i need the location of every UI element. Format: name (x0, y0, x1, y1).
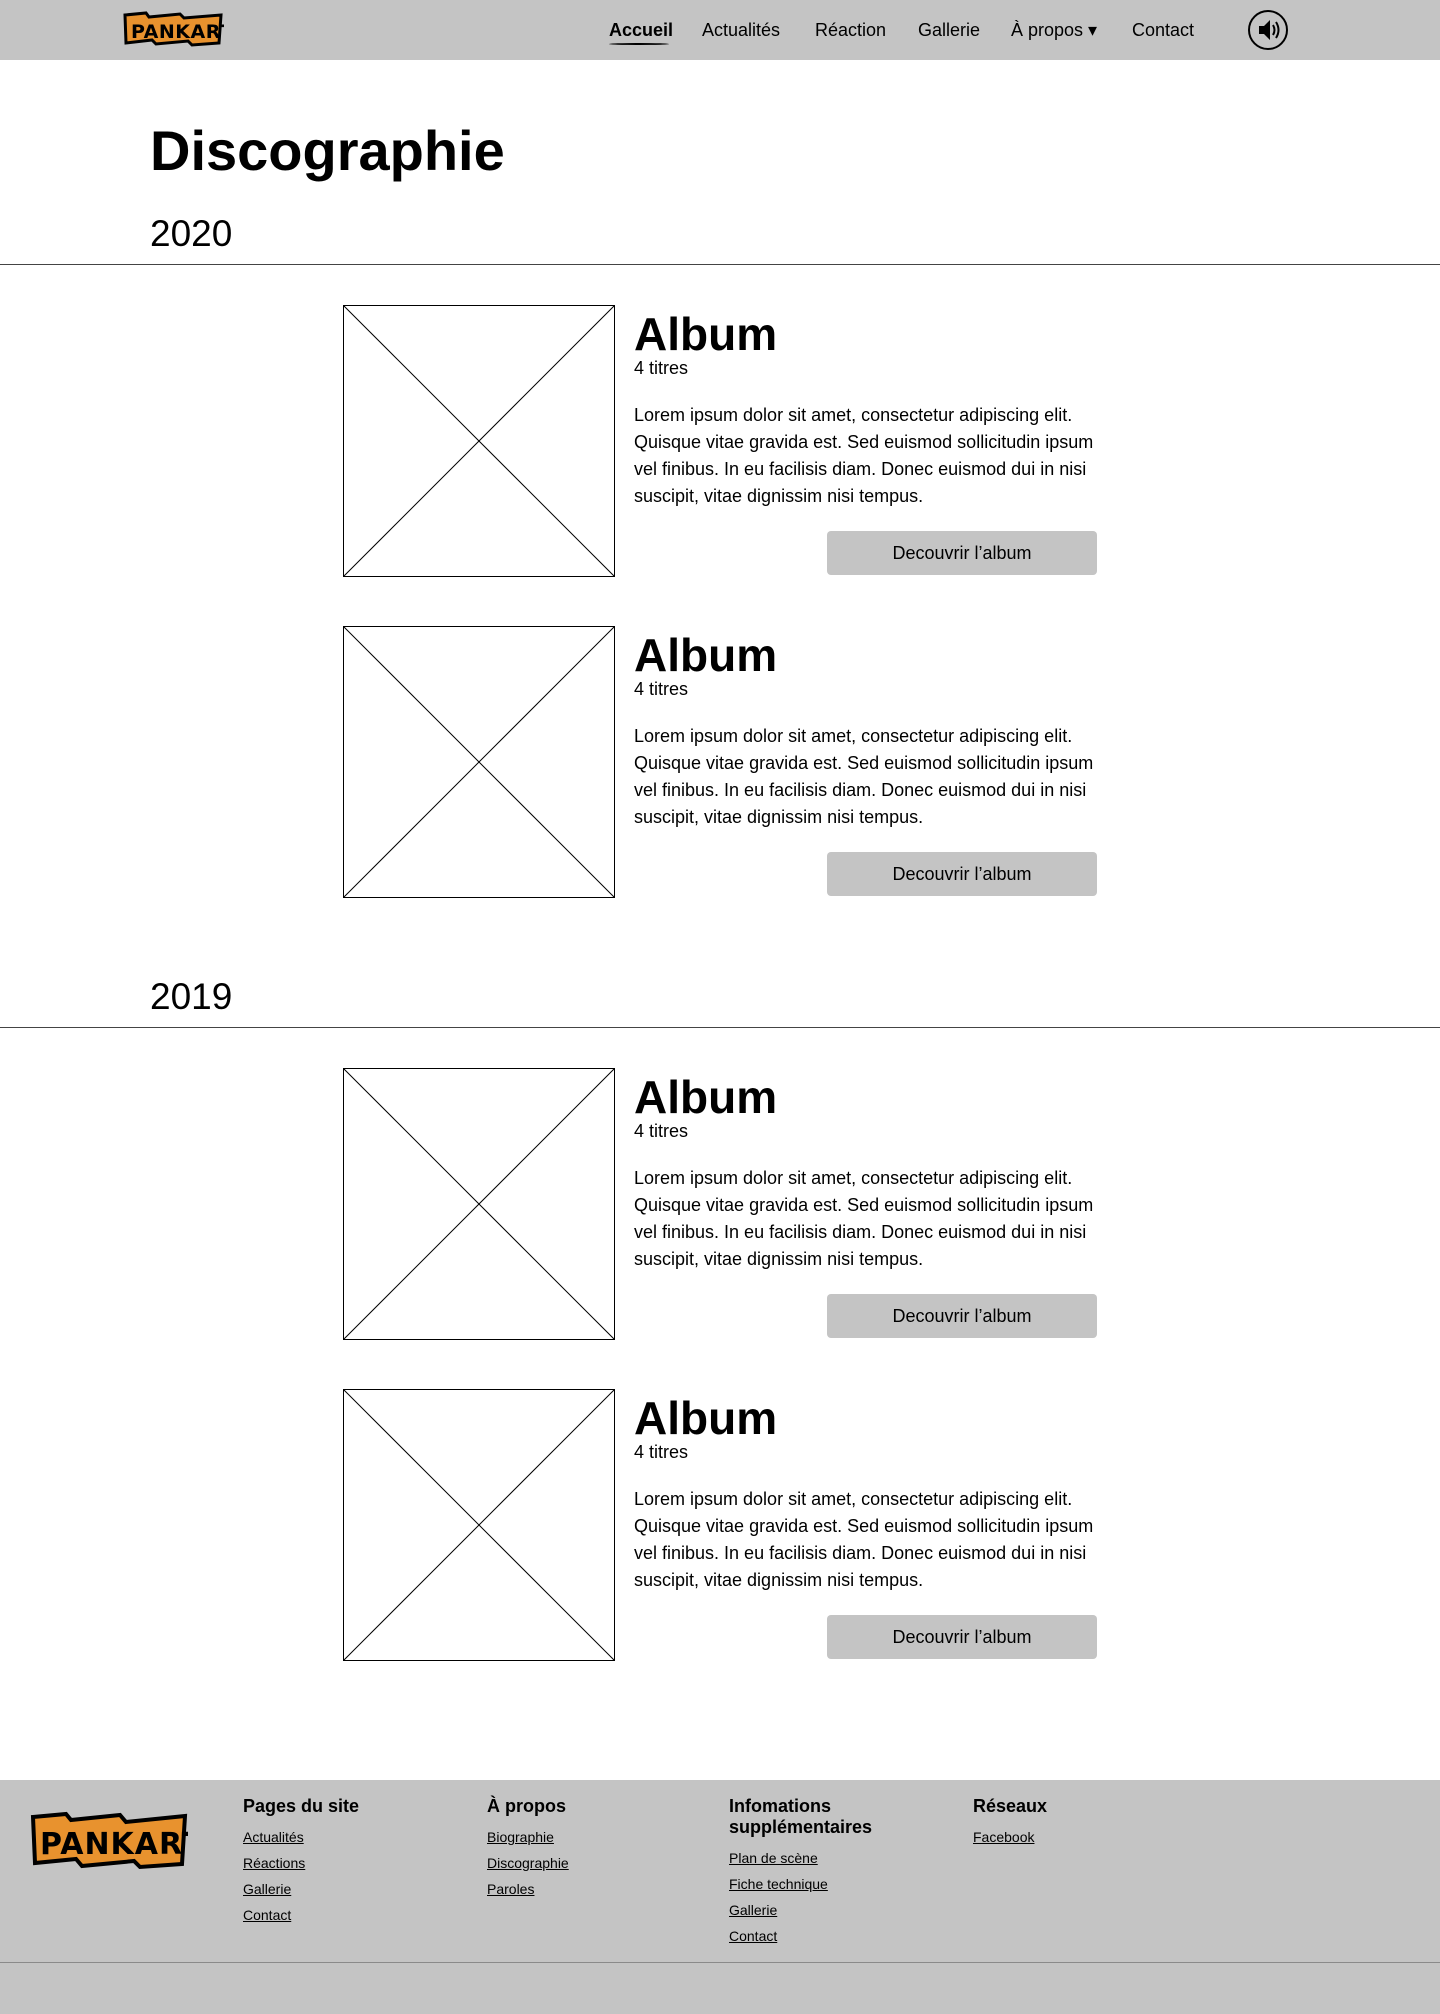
footer-link-reactions[interactable]: Réactions (243, 1850, 359, 1876)
footer-link-fiche-technique[interactable]: Fiche technique (729, 1871, 889, 1897)
album-description: Lorem ipsum dolor sit amet, consectetur … (634, 1489, 1094, 1590)
album-title: Album (634, 1392, 778, 1444)
album-title: Album (634, 308, 778, 360)
nav-a-propos-dropdown[interactable]: À propos ▾ (1011, 19, 1097, 41)
year-heading-2020: 2020 (150, 213, 233, 254)
footer-link-biographie[interactable]: Biographie (487, 1824, 569, 1850)
discover-album-button[interactable]: Decouvrir l’album (827, 531, 1097, 575)
footer-column-pages: Pages du site Actualités Réactions Galle… (243, 1796, 359, 1928)
footer-link-gallerie[interactable]: Gallerie (729, 1897, 889, 1923)
nav-accueil[interactable]: Accueil (609, 19, 673, 41)
sound-toggle-button[interactable] (1248, 10, 1288, 50)
nav-reaction[interactable]: Réaction (815, 19, 886, 41)
speaker-icon (1259, 20, 1280, 40)
footer-link-paroles[interactable]: Paroles (487, 1876, 569, 1902)
year-divider (0, 1027, 1440, 1028)
page-title: Discographie (150, 119, 505, 182)
album-title: Album (634, 629, 778, 681)
svg-text:PANKART: PANKART (40, 1827, 188, 1862)
nav-gallerie[interactable]: Gallerie (918, 19, 980, 41)
album-description: Lorem ipsum dolor sit amet, consectetur … (634, 1168, 1094, 1269)
footer-column-infos: Infomations supplémentaires Plan de scèn… (729, 1796, 889, 1949)
pankart-logo-footer[interactable]: PANKART (30, 1810, 188, 1870)
footer-link-discographie[interactable]: Discographie (487, 1850, 569, 1876)
active-nav-underline (609, 43, 669, 45)
album-cover-placeholder (343, 626, 615, 898)
album-track-count: 4 titres (634, 1121, 689, 1141)
footer-link-actualites[interactable]: Actualités (243, 1824, 359, 1850)
footer-link-facebook[interactable]: Facebook (973, 1824, 1047, 1850)
album-description: Lorem ipsum dolor sit amet, consectetur … (634, 405, 1094, 506)
year-heading-2019: 2019 (150, 976, 233, 1017)
nav-actualites[interactable]: Actualités (702, 19, 780, 41)
discover-album-button[interactable]: Decouvrir l’album (827, 1294, 1097, 1338)
footer-column-a-propos: À propos Biographie Discographie Paroles (487, 1796, 569, 1902)
album-card: Album 4 titres Lorem ipsum dolor sit ame… (343, 305, 1097, 577)
footer-link-plan-de-scene[interactable]: Plan de scène (729, 1845, 889, 1871)
footer-link-contact[interactable]: Contact (729, 1923, 889, 1949)
album-title: Album (634, 1071, 778, 1123)
album-cover-placeholder (343, 1068, 615, 1340)
footer-column-title: Pages du site (243, 1796, 360, 1816)
discover-album-button[interactable]: Decouvrir l’album (827, 1615, 1097, 1659)
footer-column-title: À propos (487, 1796, 566, 1816)
footer-link-contact[interactable]: Contact (243, 1902, 359, 1928)
footer-column-title: Réseaux (973, 1796, 1048, 1816)
footer-link-gallerie[interactable]: Gallerie (243, 1876, 359, 1902)
album-card: Album 4 titres Lorem ipsum dolor sit ame… (343, 626, 1097, 898)
top-navigation-bar: PANKART Accueil Actualités Réaction Gall… (0, 0, 1440, 60)
pankart-logo[interactable]: PANKART (122, 11, 224, 47)
album-track-count: 4 titres (634, 1442, 689, 1462)
album-cover-placeholder (343, 305, 615, 577)
album-track-count: 4 titres (634, 358, 689, 378)
album-track-count: 4 titres (634, 679, 689, 699)
album-description: Lorem ipsum dolor sit amet, consectetur … (634, 726, 1094, 827)
svg-text:PANKART: PANKART (131, 21, 224, 43)
nav-contact[interactable]: Contact (1132, 19, 1194, 41)
discover-album-button[interactable]: Decouvrir l’album (827, 852, 1097, 896)
album-cover-placeholder (343, 1389, 615, 1661)
footer-column-title: Infomations supplémentaires (729, 1796, 873, 1837)
album-card: Album 4 titres Lorem ipsum dolor sit ame… (343, 1068, 1097, 1340)
footer-divider (0, 1962, 1440, 1963)
footer-column-reseaux: Réseaux Facebook (973, 1796, 1047, 1850)
footer (0, 1780, 1440, 2014)
album-card: Album 4 titres Lorem ipsum dolor sit ame… (343, 1389, 1097, 1661)
year-divider (0, 264, 1440, 265)
